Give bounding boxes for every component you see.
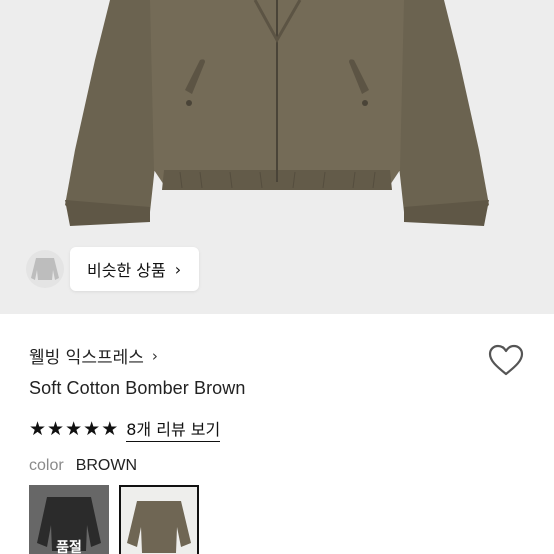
similar-products-label: 비슷한 상품 — [87, 261, 166, 280]
chevron-right-icon: › — [174, 259, 182, 279]
brand-link[interactable]: 웰빙 익스프레스 › — [29, 343, 158, 369]
similar-products-button[interactable]: 비슷한 상품 › — [70, 247, 199, 291]
brand-name: 웰빙 익스프레스 — [29, 348, 144, 368]
color-label: color — [29, 457, 64, 474]
product-title: Soft Cotton Bomber Brown — [29, 378, 246, 398]
star-filled-icon: ★ — [47, 418, 65, 440]
color-row: color BROWN — [29, 457, 137, 475]
color-value: BROWN — [75, 457, 138, 474]
star-filled-icon: ★ — [65, 418, 83, 440]
star-filled-icon: ★ — [101, 418, 119, 440]
heart-outline-icon — [488, 344, 524, 376]
star-filled-icon: ★ — [29, 418, 47, 440]
view-reviews-link[interactable]: 8개 리뷰 보기 — [126, 416, 221, 442]
gray-jacket-thumbnail-image — [31, 258, 59, 280]
sold-out-label: 품절 — [56, 540, 82, 554]
wishlist-button[interactable] — [487, 343, 525, 379]
star-rating: ★ ★ ★ ★ ★ — [29, 418, 118, 440]
brown-jacket-image — [121, 487, 197, 554]
color-swatch-brown-selected[interactable] — [119, 485, 199, 554]
star-filled-icon: ★ — [83, 418, 101, 440]
similar-product-thumbnail[interactable] — [26, 250, 64, 288]
chevron-right-icon: › — [151, 346, 158, 365]
color-swatch-black[interactable]: 품절 — [29, 485, 109, 554]
rating-row: ★ ★ ★ ★ ★ 8개 리뷰 보기 — [29, 416, 221, 442]
